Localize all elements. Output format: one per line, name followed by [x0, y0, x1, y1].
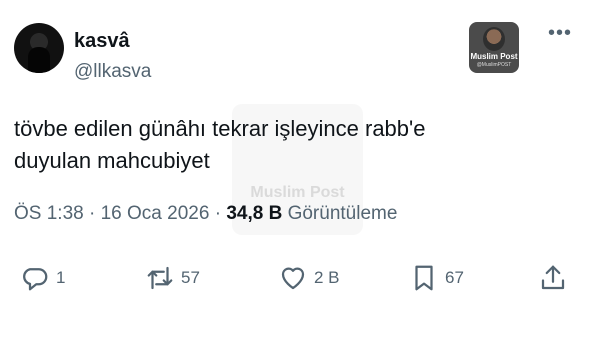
view-label: Görüntüleme	[282, 203, 398, 224]
repost-count: 57	[181, 268, 200, 287]
author-avatar[interactable]	[14, 23, 64, 73]
badge-handle: @MuslimPOST	[476, 62, 512, 68]
tweet-line-2: duyulan mahcubiyet	[14, 148, 210, 173]
badge-title: Muslim Post	[470, 52, 518, 61]
repost-button[interactable]: 57	[145, 258, 200, 298]
author-name[interactable]: kasvâ	[74, 29, 130, 53]
repost-icon	[147, 266, 173, 290]
share-button[interactable]	[538, 258, 568, 298]
like-count: 2 B	[314, 268, 340, 287]
meta-separator: ·	[83, 203, 101, 224]
tweet-line-1: tövbe edilen günâhı tekrar işleyince rab…	[14, 116, 426, 141]
more-horizontal-icon[interactable]: •••	[546, 23, 574, 52]
view-count: 34,8 B	[226, 203, 283, 224]
heart-icon	[281, 267, 305, 290]
badge-face-image	[483, 27, 505, 51]
tweet-text: tövbe edilen günâhı tekrar işleyince rab…	[14, 113, 534, 177]
tweet-date[interactable]: 16 Oca 2026	[101, 203, 210, 224]
reply-icon	[23, 268, 48, 291]
muslim-post-badge: Muslim Post @MuslimPOST	[469, 22, 519, 73]
reply-count: 1	[56, 268, 66, 287]
bookmark-count: 67	[445, 268, 464, 287]
bookmark-button[interactable]: 67	[409, 258, 464, 298]
action-bar: 1 57 2 B 67	[0, 258, 591, 298]
watermark-text: Muslim Post	[250, 184, 345, 201]
meta-separator: ·	[209, 203, 227, 224]
reply-button[interactable]: 1	[20, 258, 65, 298]
share-icon	[541, 265, 565, 290]
author-handle[interactable]: @llkasva	[74, 61, 151, 83]
tweet-time[interactable]: ÖS 1:38	[14, 203, 84, 224]
bookmark-icon	[415, 265, 433, 291]
tweet-meta: ÖS 1:38 · 16 Oca 2026 · 34,8 B Görüntüle…	[14, 202, 397, 226]
like-button[interactable]: 2 B	[278, 258, 340, 298]
